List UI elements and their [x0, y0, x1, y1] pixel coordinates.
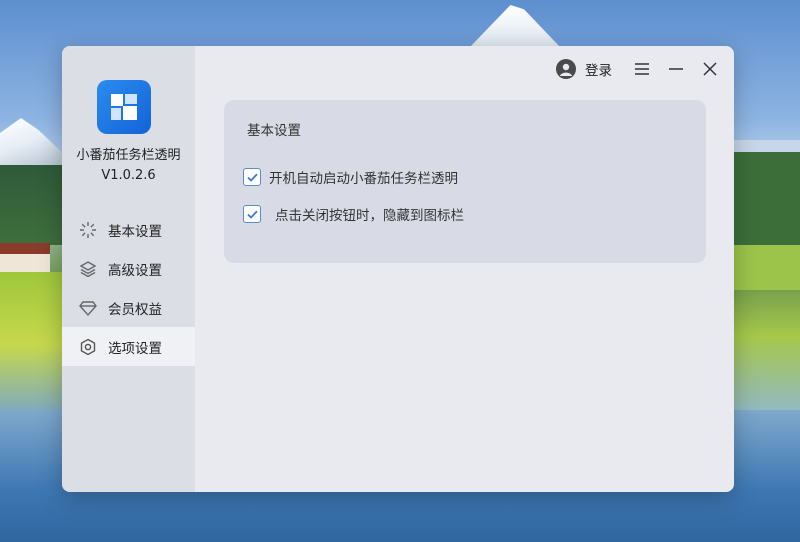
login-label: 登录 — [585, 63, 612, 79]
sidebar-item-advanced-settings[interactable]: 高级设置 — [62, 249, 195, 288]
diamond-icon — [78, 298, 98, 318]
app-window: 小番茄任务栏透明 V1.0.2.6 基本设置 高级设置 会员权益 选项设置 登录… — [62, 46, 734, 492]
hexagon-icon — [78, 337, 98, 357]
hide-to-tray-label: 点击关闭按钮时，隐藏到图标栏 — [275, 208, 464, 224]
app-logo-icon — [97, 80, 151, 134]
auto-start-label: 开机自动启动小番茄任务栏透明 — [269, 171, 458, 187]
wallpaper-forest — [0, 165, 65, 245]
sidebar-nav: 基本设置 高级设置 会员权益 选项设置 — [62, 210, 195, 366]
hide-to-tray-option[interactable]: 点击关闭按钮时，隐藏到图标栏 — [243, 204, 464, 224]
wallpaper-mountain-peak — [470, 5, 560, 47]
auto-start-option[interactable]: 开机自动启动小番茄任务栏透明 — [243, 167, 458, 187]
login-button[interactable]: 登录 — [556, 59, 612, 79]
sidebar-item-option-settings[interactable]: 选项设置 — [62, 327, 195, 366]
hide-to-tray-checkbox[interactable] — [243, 205, 261, 223]
sparkle-icon — [78, 220, 98, 240]
sidebar-item-basic-settings[interactable]: 基本设置 — [62, 210, 195, 249]
panel-title: 基本设置 — [247, 123, 301, 139]
minimize-icon[interactable] — [666, 59, 686, 79]
wallpaper-house — [0, 243, 50, 275]
sidebar: 小番茄任务栏透明 V1.0.2.6 基本设置 高级设置 会员权益 选项设置 — [62, 46, 195, 492]
sidebar-item-member-benefits[interactable]: 会员权益 — [62, 288, 195, 327]
sidebar-item-label: 选项设置 — [108, 340, 162, 357]
user-avatar-icon — [556, 59, 576, 79]
sidebar-item-label: 高级设置 — [108, 262, 162, 279]
app-name: 小番茄任务栏透明 — [76, 148, 181, 163]
sidebar-item-label: 会员权益 — [108, 301, 162, 318]
app-version: V1.0.2.6 — [101, 168, 156, 183]
menu-icon[interactable] — [632, 59, 652, 79]
wallpaper-right-forest — [734, 140, 800, 290]
wallpaper-field — [0, 272, 65, 417]
title-bar-controls: 登录 — [556, 54, 720, 84]
settings-panel: 基本设置 开机自动启动小番茄任务栏透明 点击关闭按钮时，隐藏到图标栏 — [224, 100, 706, 263]
close-icon[interactable] — [700, 59, 720, 79]
sidebar-item-label: 基本设置 — [108, 223, 162, 240]
layers-icon — [78, 259, 98, 279]
auto-start-checkbox[interactable] — [243, 168, 261, 186]
